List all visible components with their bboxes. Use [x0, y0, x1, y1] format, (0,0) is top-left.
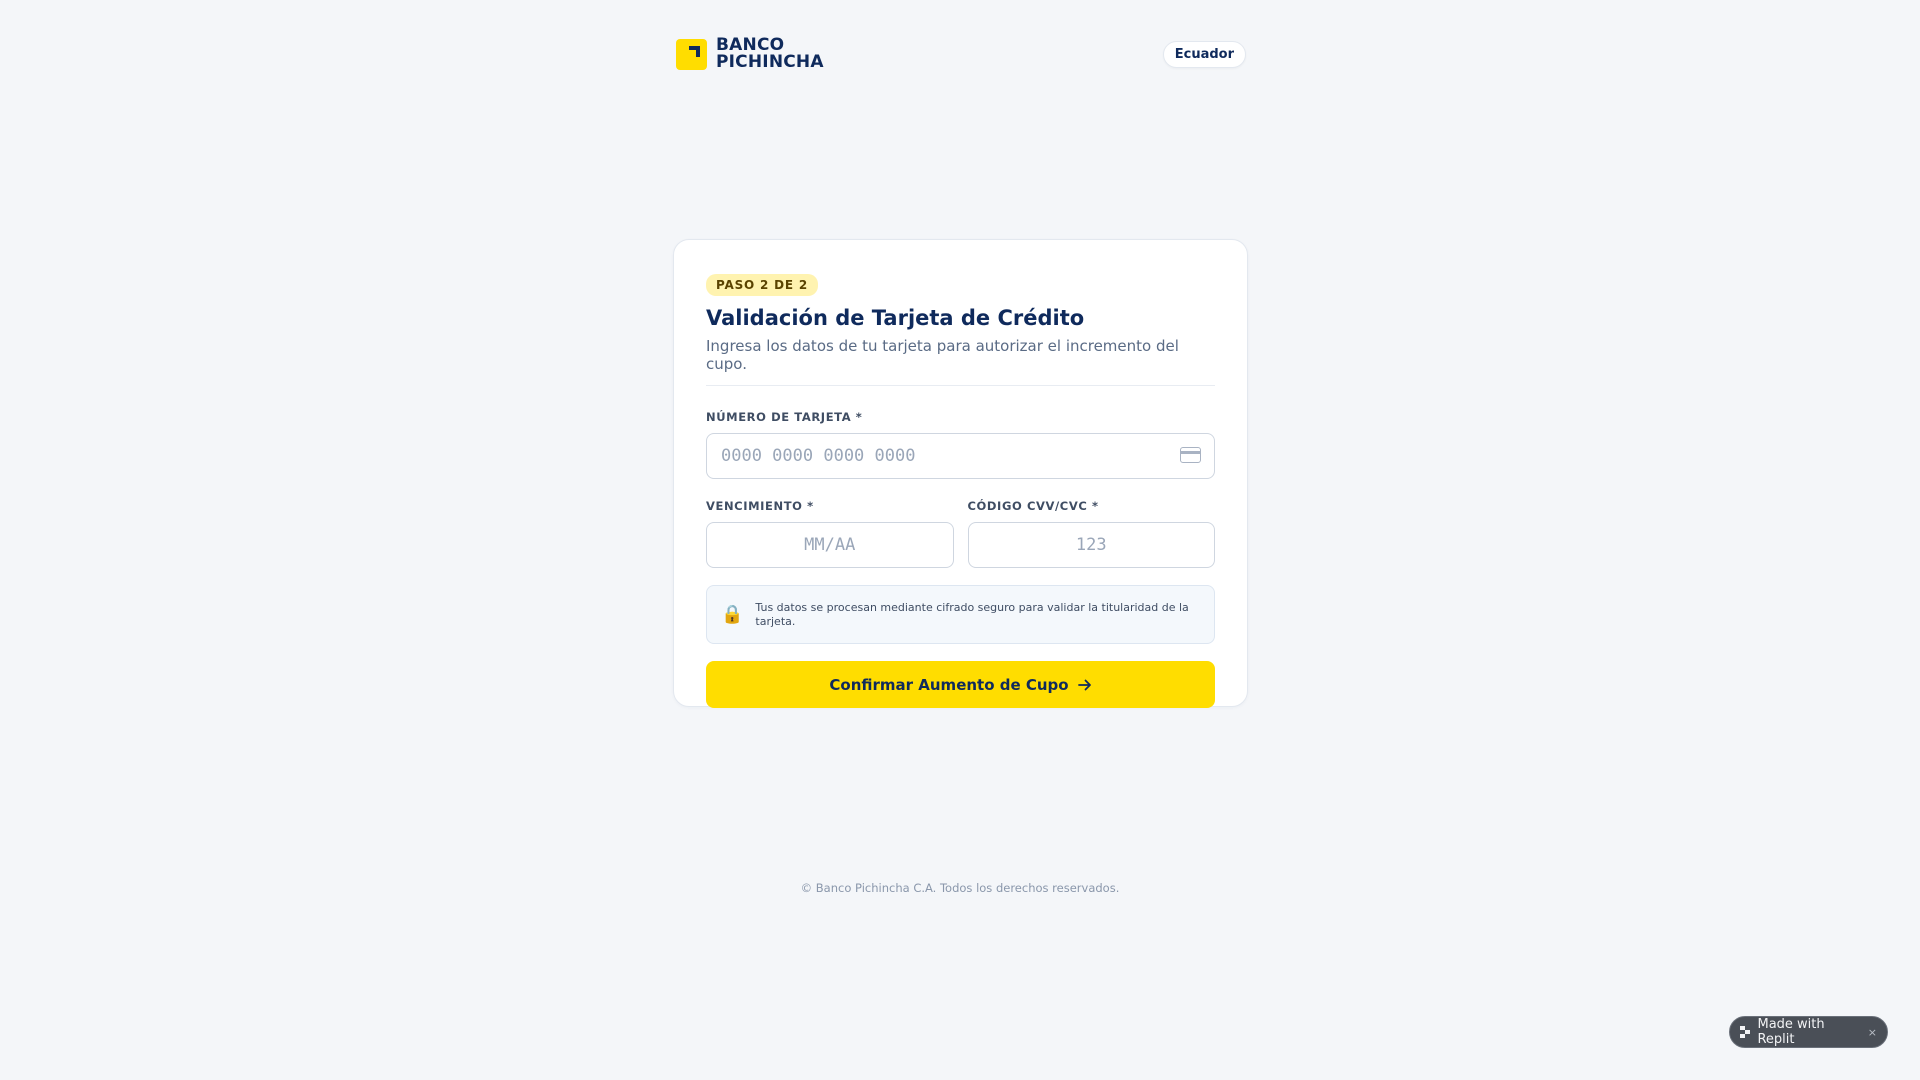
card-number-label: NÚMERO DE TARJETA *: [706, 410, 863, 424]
site-header: BANCO PICHINCHA Ecuador: [676, 34, 1246, 74]
credit-card-icon: [1180, 447, 1201, 463]
replit-badge-label: Made with Replit: [1757, 1017, 1825, 1047]
footer-copyright: © Banco Pichincha C.A. Todos los derecho…: [800, 881, 1120, 895]
confirm-increase-button[interactable]: Confirmar Aumento de Cupo: [706, 661, 1215, 708]
country-selector[interactable]: Ecuador: [1162, 40, 1246, 68]
security-note: 🔒 Tus datos se procesan mediante cifrado…: [706, 585, 1215, 644]
step-badge: PASO 2 DE 2: [706, 274, 819, 296]
cvv-group: CÓDIGO CVV/CVC *: [967, 495, 1215, 568]
cvv-input[interactable]: [967, 522, 1215, 568]
expiry-label: VENCIMIENTO *: [706, 499, 814, 513]
expiry-input[interactable]: [706, 522, 954, 568]
expiry-cvv-row: VENCIMIENTO * CÓDIGO CVV/CVC *: [706, 495, 1215, 568]
replit-badge[interactable]: Made with Replit ×: [1729, 1016, 1888, 1048]
page: BANCO PICHINCHA Ecuador PASO 2 DE 2 Vali…: [0, 0, 1920, 1080]
security-note-text: Tus datos se procesan mediante cifrado s…: [755, 600, 1189, 628]
bank-logo[interactable]: BANCO PICHINCHA: [676, 37, 824, 71]
confirm-button-label: Confirmar Aumento de Cupo: [829, 675, 1069, 694]
card-number-group: NÚMERO DE TARJETA *: [706, 406, 1215, 479]
lock-icon: 🔒: [721, 603, 744, 625]
page-subtitle: Ingresa los datos de tu tarjeta para aut…: [706, 337, 1179, 373]
logo-mark-icon: [676, 38, 707, 70]
divider: [706, 385, 1215, 386]
brand-line-2: PICHINCHA: [716, 52, 824, 72]
card-validation-form: PASO 2 DE 2 Validación de Tarjeta de Cré…: [673, 239, 1248, 708]
cvv-label: CÓDIGO CVV/CVC *: [967, 499, 1099, 513]
page-title: Validación de Tarjeta de Crédito: [706, 306, 1085, 330]
card-number-wrapper: [706, 433, 1215, 479]
close-icon[interactable]: ×: [1868, 1026, 1877, 1039]
expiry-group: VENCIMIENTO *: [706, 495, 954, 568]
arrow-right-icon: [1077, 679, 1091, 690]
card-number-input[interactable]: [706, 433, 1215, 479]
brand-name: BANCO PICHINCHA: [716, 37, 824, 71]
replit-logo-icon: [1740, 1026, 1750, 1038]
cvv-wrapper: [967, 522, 1215, 568]
expiry-wrapper: [706, 522, 954, 568]
